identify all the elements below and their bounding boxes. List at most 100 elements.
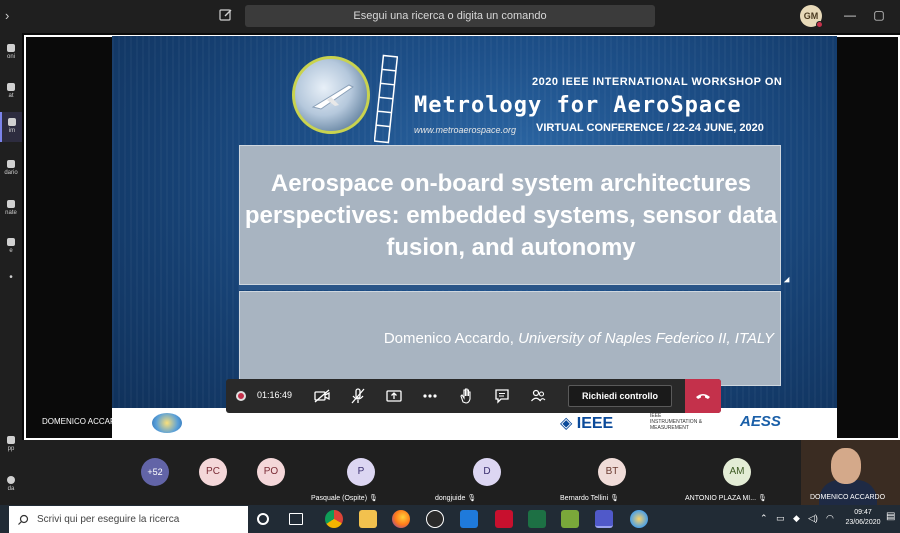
taskbar-clock[interactable]: 09:47 23/06/2020 (841, 508, 885, 528)
dropbox-icon[interactable]: ◆ (793, 513, 800, 524)
calendar-icon (7, 160, 15, 168)
participant-avatar[interactable]: PO (257, 458, 285, 486)
minimize-button[interactable]: — (842, 8, 858, 22)
participant-avatar[interactable]: PC (199, 458, 227, 486)
slide-title-panel: Aerospace on-board system architectures … (239, 145, 781, 285)
mic-muted-icon: 🎙 (368, 495, 378, 502)
rail-item-files[interactable]: e (0, 232, 22, 262)
camera-off-button[interactable] (312, 386, 332, 406)
rail-item-apps[interactable]: pp (0, 430, 22, 460)
teams-icon (8, 118, 16, 126)
raise-hand-button[interactable] (456, 386, 476, 406)
ieee-logo: ◈ IEEE (560, 413, 613, 433)
airplane-icon (311, 84, 354, 110)
task-view-icon[interactable] (289, 513, 303, 525)
slide-title: Aerospace on-board system architectures … (244, 170, 778, 261)
workshop-dates: VIRTUAL CONFERENCE / 22-24 JUNE, 2020 (536, 122, 764, 134)
search-icon (18, 514, 29, 525)
presence-dot (816, 21, 823, 28)
participant-avatar: BT (598, 458, 626, 486)
mic-off-button[interactable] (348, 386, 368, 406)
rail-label: da (7, 486, 15, 492)
avatar-initials: GM (803, 11, 819, 21)
firefox-icon[interactable] (392, 510, 410, 528)
rail-label: e (9, 248, 13, 254)
rail-item-activity[interactable]: oni (0, 38, 22, 68)
chrome-icon[interactable] (325, 510, 343, 528)
wifi-icon[interactable]: ◠ (826, 513, 834, 524)
slide-author: Domenico Accardo, University of Naples F… (384, 330, 774, 347)
overflow-participants-badge[interactable]: +52 (141, 458, 169, 486)
share-screen-button[interactable] (384, 386, 404, 406)
participant-avatar: AM (723, 458, 751, 486)
chat-button[interactable] (492, 386, 512, 406)
self-video-tile[interactable]: DOMENICO ACCARDO (801, 440, 900, 505)
notifications-icon[interactable]: ▤ (886, 511, 895, 522)
chat-icon (495, 389, 509, 404)
notepad-icon[interactable] (561, 510, 579, 528)
conference-logo (152, 413, 182, 433)
tower-of-pisa-icon (374, 54, 398, 144)
recording-icon (236, 391, 246, 401)
maximize-button[interactable]: ▢ (871, 8, 887, 22)
rail-item-help[interactable]: da (0, 470, 22, 500)
avatar[interactable]: GM (800, 5, 823, 28)
teams-taskbar-icon[interactable] (595, 510, 613, 528)
participants-icon (531, 389, 546, 402)
file-explorer-icon[interactable] (359, 510, 377, 528)
participant-avatar: P (347, 458, 375, 486)
ieee-text: IEEE (576, 415, 614, 432)
rail-item-calendar[interactable]: dario (0, 154, 22, 184)
mail-icon[interactable] (460, 510, 478, 528)
meeting-controls: 01:16:49 Richiedi controllo (226, 379, 721, 413)
participant-name: dongjuide 🎙 (435, 494, 476, 502)
rail-label: im (8, 128, 16, 134)
participants-button[interactable] (528, 386, 548, 406)
paint-icon[interactable] (630, 510, 648, 528)
camera-off-icon (314, 389, 330, 403)
ieee-diamond-icon: ◈ (560, 415, 573, 432)
volume-icon[interactable]: ◁) (808, 513, 818, 524)
clock-date: 23/06/2020 (845, 519, 881, 526)
mic-muted-icon: 🎙 (758, 495, 767, 502)
app-rail: oni at im dario nate e • pp da (0, 32, 22, 505)
participant-name: ANTONIO PLAZA MI... 🎙 (685, 494, 767, 502)
new-chat-icon[interactable] (218, 7, 234, 23)
chevron-right-icon[interactable]: › (5, 8, 9, 23)
photos-icon[interactable] (426, 510, 444, 528)
mic-muted-icon: 🎙 (467, 495, 477, 502)
teams-window: › Esegui una ricerca o digita un comando… (0, 0, 900, 533)
self-video-face (831, 448, 861, 484)
participant-name-text: dongjuide (435, 495, 466, 502)
more-actions-button[interactable] (420, 386, 440, 406)
request-control-button[interactable]: Richiedi controllo (568, 385, 672, 407)
more-icon: • (9, 272, 13, 283)
taskbar-search-input[interactable]: Scrivi qui per eseguire la ricerca (9, 506, 248, 533)
rail-item-teams[interactable]: im (0, 112, 22, 142)
usb-icon[interactable]: ▭ (776, 513, 785, 524)
phone-icon (7, 200, 15, 208)
apps-icon (7, 436, 15, 444)
raise-hand-icon (460, 388, 471, 404)
clock-time: 09:47 (854, 509, 872, 516)
participant-name-text: ANTONIO PLAZA MI... (685, 495, 757, 502)
rail-label: dario (4, 170, 18, 176)
rail-item-calls[interactable]: nate (0, 194, 22, 224)
cortana-icon[interactable] (257, 513, 269, 525)
rail-item-more[interactable]: • (0, 272, 22, 302)
rail-item-chat[interactable]: at (0, 77, 22, 107)
participants-strip: +52 PC PO P Pasquale (Ospite) 🎙 D dongju… (22, 440, 900, 505)
hang-up-button[interactable] (685, 379, 721, 413)
title-bar: › Esegui una ricerca o digita un comando… (0, 0, 900, 32)
rail-label: pp (7, 446, 15, 452)
search-input[interactable]: Esegui una ricerca o digita un comando (245, 5, 655, 27)
files-icon (7, 238, 15, 246)
excel-icon[interactable] (528, 510, 546, 528)
rail-label: oni (6, 54, 15, 60)
tray-chevron-up-icon[interactable]: ⌃ (760, 513, 768, 524)
mic-off-icon (351, 388, 365, 404)
hang-up-icon (696, 394, 710, 399)
participant-name-text: Bernardo Tellini (560, 495, 609, 502)
mic-muted-icon: 🎙 (610, 495, 619, 502)
filezilla-icon[interactable] (495, 510, 513, 528)
